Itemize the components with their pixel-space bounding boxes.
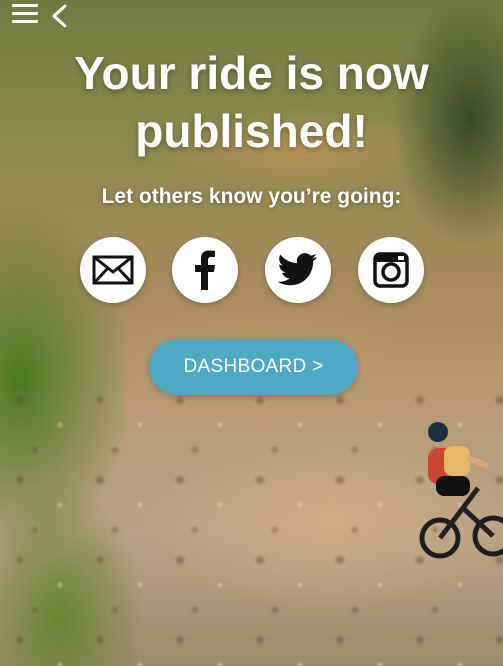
ride-published-screen: Your ride is now published! Let others k… <box>0 0 503 666</box>
top-bar <box>0 0 503 34</box>
share-buttons <box>0 237 503 305</box>
share-prompt: Let others know you’re going: <box>0 184 503 210</box>
instagram-share-button[interactable] <box>358 237 424 303</box>
headline-line-1: Your ride is now <box>0 44 503 102</box>
headline-line-2: published! <box>0 102 503 160</box>
dashboard-button[interactable]: DASHBOARD > <box>149 339 358 395</box>
envelope-icon <box>92 255 134 285</box>
facebook-share-button[interactable] <box>172 237 238 303</box>
instagram-icon <box>373 252 409 288</box>
twitter-bird-icon <box>278 253 318 287</box>
facebook-icon <box>194 250 216 290</box>
twitter-share-button[interactable] <box>265 237 331 303</box>
email-share-button[interactable] <box>80 237 146 303</box>
chevron-left-icon[interactable] <box>50 4 70 28</box>
mountain-biker-figure <box>418 418 503 568</box>
hamburger-menu-icon[interactable] <box>12 4 38 24</box>
page-title: Your ride is now published! <box>0 44 503 160</box>
